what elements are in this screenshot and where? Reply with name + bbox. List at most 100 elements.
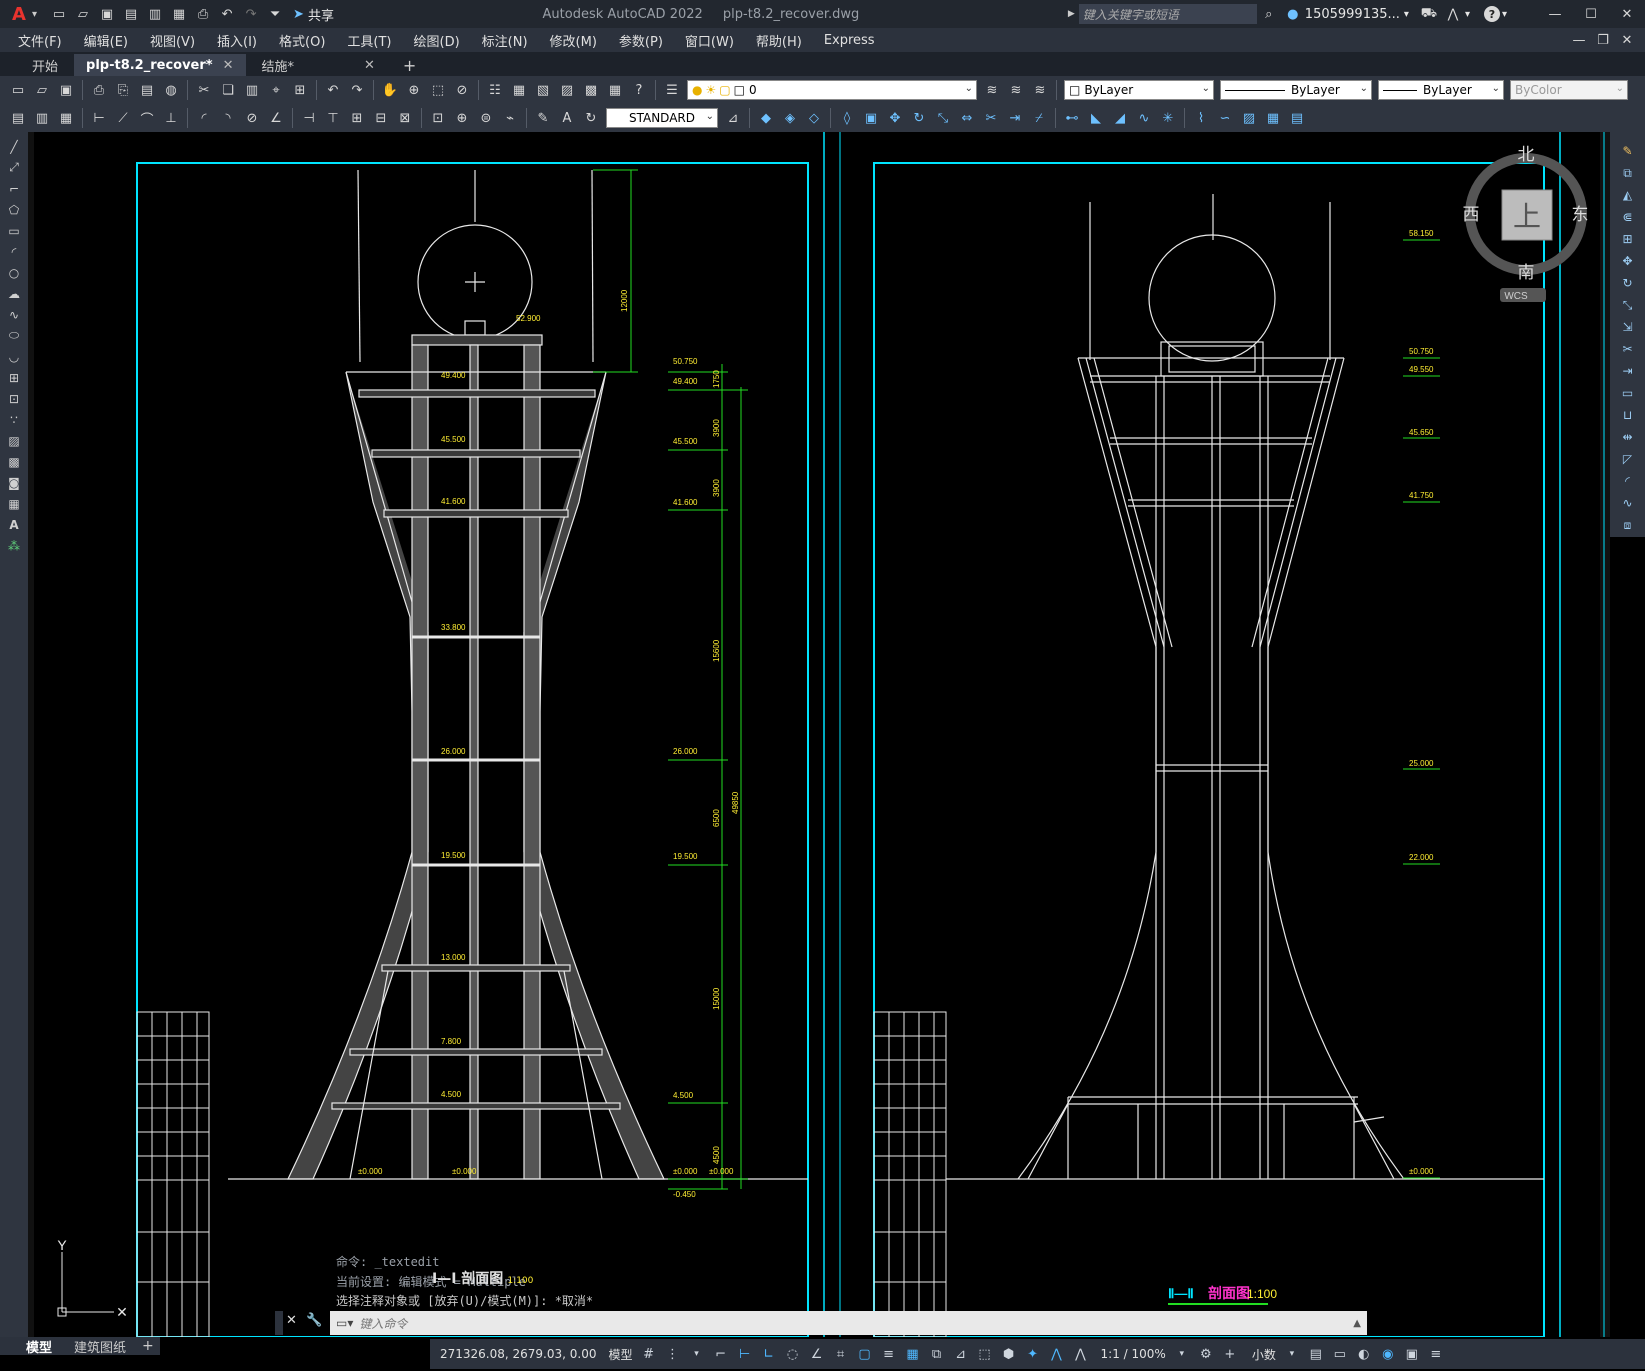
array-icon[interactable]: ⊞ [1617, 229, 1639, 249]
copy-object-icon[interactable]: ◈ [780, 108, 800, 128]
osnap-icon[interactable]: ⌗ [831, 1343, 851, 1365]
polyline-icon[interactable]: ⌐ [4, 179, 24, 198]
command-bar-grip[interactable] [275, 1311, 283, 1335]
center-mark-icon[interactable]: ⊕ [452, 108, 472, 128]
user-chevron-icon[interactable]: ▾ [1404, 9, 1409, 20]
dimstyle-combo[interactable]: STANDARD ⌄ [606, 108, 718, 128]
web-icon[interactable]: ◍ [161, 80, 181, 100]
scale-icon[interactable]: ⤡ [1617, 295, 1639, 315]
color-combo[interactable]: □ ByLayer ⌄ [1064, 80, 1214, 100]
fillet-icon[interactable]: ◢ [1110, 108, 1130, 128]
dim-ordinate-icon[interactable]: ⊥ [161, 108, 181, 128]
tolerance-icon[interactable]: ⊡ [428, 108, 448, 128]
zoom-realtime-icon[interactable]: ⊕ [404, 80, 424, 100]
search-icon[interactable]: ⌕ [1259, 4, 1279, 24]
erase-icon[interactable]: ◆ [756, 108, 776, 128]
help-chevron-icon[interactable]: ▾ [1502, 9, 1507, 20]
stretch-icon[interactable]: ⇔ [957, 108, 977, 128]
isodraft-icon[interactable]: ◌ [783, 1343, 803, 1365]
tool-palettes-icon[interactable]: ▧ [533, 80, 553, 100]
point-icon[interactable]: ∵ [4, 410, 24, 429]
transparency-icon[interactable]: ▦ [903, 1343, 923, 1365]
graphics-performance-icon[interactable]: ◉ [1378, 1343, 1398, 1365]
dim-edit-icon[interactable]: ✎ [533, 108, 553, 128]
selection-cycling-icon[interactable]: ⧉ [927, 1343, 947, 1365]
edit-hatch-icon[interactable]: ▨ [1239, 108, 1259, 128]
explode-icon[interactable]: ✳ [1158, 108, 1178, 128]
edit-array-icon[interactable]: ▦ [1263, 108, 1283, 128]
edit-spline-icon[interactable]: ∽ [1215, 108, 1235, 128]
coordinate-readout[interactable]: 271326.08, 2679.03, 0.00 [440, 1347, 597, 1361]
workspace-gear-icon[interactable]: ⚙ [1196, 1343, 1216, 1365]
save-icon[interactable]: ▣ [56, 80, 76, 100]
layer-previous-icon[interactable]: ≋ [1006, 80, 1026, 100]
print-icon[interactable]: ⎙ [193, 4, 213, 24]
auto-scale-icon[interactable]: ⋀ [1071, 1343, 1091, 1365]
layer-freeze-icon[interactable]: ▥ [32, 108, 52, 128]
erase-icon[interactable]: ✎ [1617, 141, 1639, 161]
sheet-set-icon[interactable]: ▨ [557, 80, 577, 100]
dim-baseline-icon[interactable]: ⊤ [323, 108, 343, 128]
trim-icon[interactable]: ✂ [1617, 339, 1639, 359]
autocad-logo-icon[interactable]: A [6, 1, 32, 27]
extend-icon[interactable]: ⇥ [1005, 108, 1025, 128]
calculator-icon[interactable]: ▦ [605, 80, 625, 100]
publish-icon[interactable]: ▦ [169, 4, 189, 24]
quick-access-chevron-icon[interactable]: ⏷ [265, 4, 285, 24]
edit-text-icon[interactable]: ▤ [1287, 108, 1307, 128]
gradient-icon[interactable]: ▩ [4, 452, 24, 471]
dim-arc-icon[interactable]: ⌒ [137, 108, 157, 128]
infer-icon[interactable]: ⌐ [711, 1343, 731, 1365]
array-icon[interactable]: ▣ [861, 108, 881, 128]
jogged-linear-icon[interactable]: ⌁ [500, 108, 520, 128]
osnap-tracking-icon[interactable]: ∠ [807, 1343, 827, 1365]
insert-block-icon[interactable]: ⊞ [4, 368, 24, 387]
mirror-icon[interactable]: ◭ [1617, 185, 1639, 205]
arc-icon[interactable]: ◜ [4, 242, 24, 261]
mtext-icon[interactable]: A [4, 515, 24, 534]
polar-icon[interactable]: ∟ [759, 1343, 779, 1365]
qnew-icon[interactable]: ▭ [8, 80, 28, 100]
grid-icon[interactable]: # [639, 1343, 659, 1365]
ortho-icon[interactable]: ⊢ [735, 1343, 755, 1365]
explode-icon[interactable]: ⧈ [1617, 515, 1639, 535]
new-file-icon[interactable]: ▭ [49, 4, 69, 24]
hatch-icon[interactable]: ▨ [4, 431, 24, 450]
share-button[interactable]: ➤ 共享 [293, 5, 334, 24]
copy-icon[interactable]: ❏ [218, 80, 238, 100]
dim-break-icon[interactable]: ⊠ [395, 108, 415, 128]
maximize-icon[interactable]: ☐ [1581, 4, 1601, 24]
viewcube-wcs-label[interactable]: WCS [1504, 291, 1528, 302]
break-icon[interactable]: ⊔ [1617, 405, 1639, 425]
join-icon[interactable]: ⊷ [1062, 108, 1082, 128]
stretch-icon[interactable]: ⇲ [1617, 317, 1639, 337]
blend-curves-icon[interactable]: ∿ [1617, 493, 1639, 513]
redo-icon[interactable]: ↷ [347, 80, 367, 100]
circle-icon[interactable]: ○ [4, 263, 24, 282]
menu-parametric[interactable]: 参数(P) [619, 31, 663, 50]
open-icon[interactable]: ▱ [32, 80, 52, 100]
chamfer-icon[interactable]: ◸ [1617, 449, 1639, 469]
copy-icon[interactable]: ⧉ [1617, 163, 1639, 183]
menu-insert[interactable]: 插入(I) [217, 31, 257, 50]
minimize-icon[interactable]: — [1545, 4, 1565, 24]
line-icon[interactable]: ╱ [4, 137, 24, 156]
gizmo-icon[interactable]: ✦ [1023, 1343, 1043, 1365]
zoom-previous-icon[interactable]: ⊘ [452, 80, 472, 100]
isolate-objects-icon[interactable]: ◐ [1354, 1343, 1374, 1365]
design-center-icon[interactable]: ▦ [509, 80, 529, 100]
user-icon[interactable]: ● [1283, 4, 1303, 24]
construction-line-icon[interactable]: ⤢ [4, 158, 24, 177]
selection-filter-icon[interactable]: ⬢ [999, 1343, 1019, 1365]
command-customize-icon[interactable]: 🔧 [306, 1313, 322, 1328]
plot-preview-icon[interactable]: ⎘ [113, 80, 133, 100]
menu-file[interactable]: 文件(F) [18, 31, 62, 50]
inspect-icon[interactable]: ⊜ [476, 108, 496, 128]
close-icon[interactable]: ✕ [1617, 4, 1637, 24]
add-selected-icon[interactable]: ⁂ [4, 536, 24, 555]
fillet-icon[interactable]: ◜ [1617, 471, 1639, 491]
command-close-icon[interactable]: ✕ [286, 1313, 297, 1328]
cut-icon[interactable]: ✂ [194, 80, 214, 100]
dim-radius-icon[interactable]: ◜ [194, 108, 214, 128]
redo-icon[interactable]: ↷ [241, 4, 261, 24]
